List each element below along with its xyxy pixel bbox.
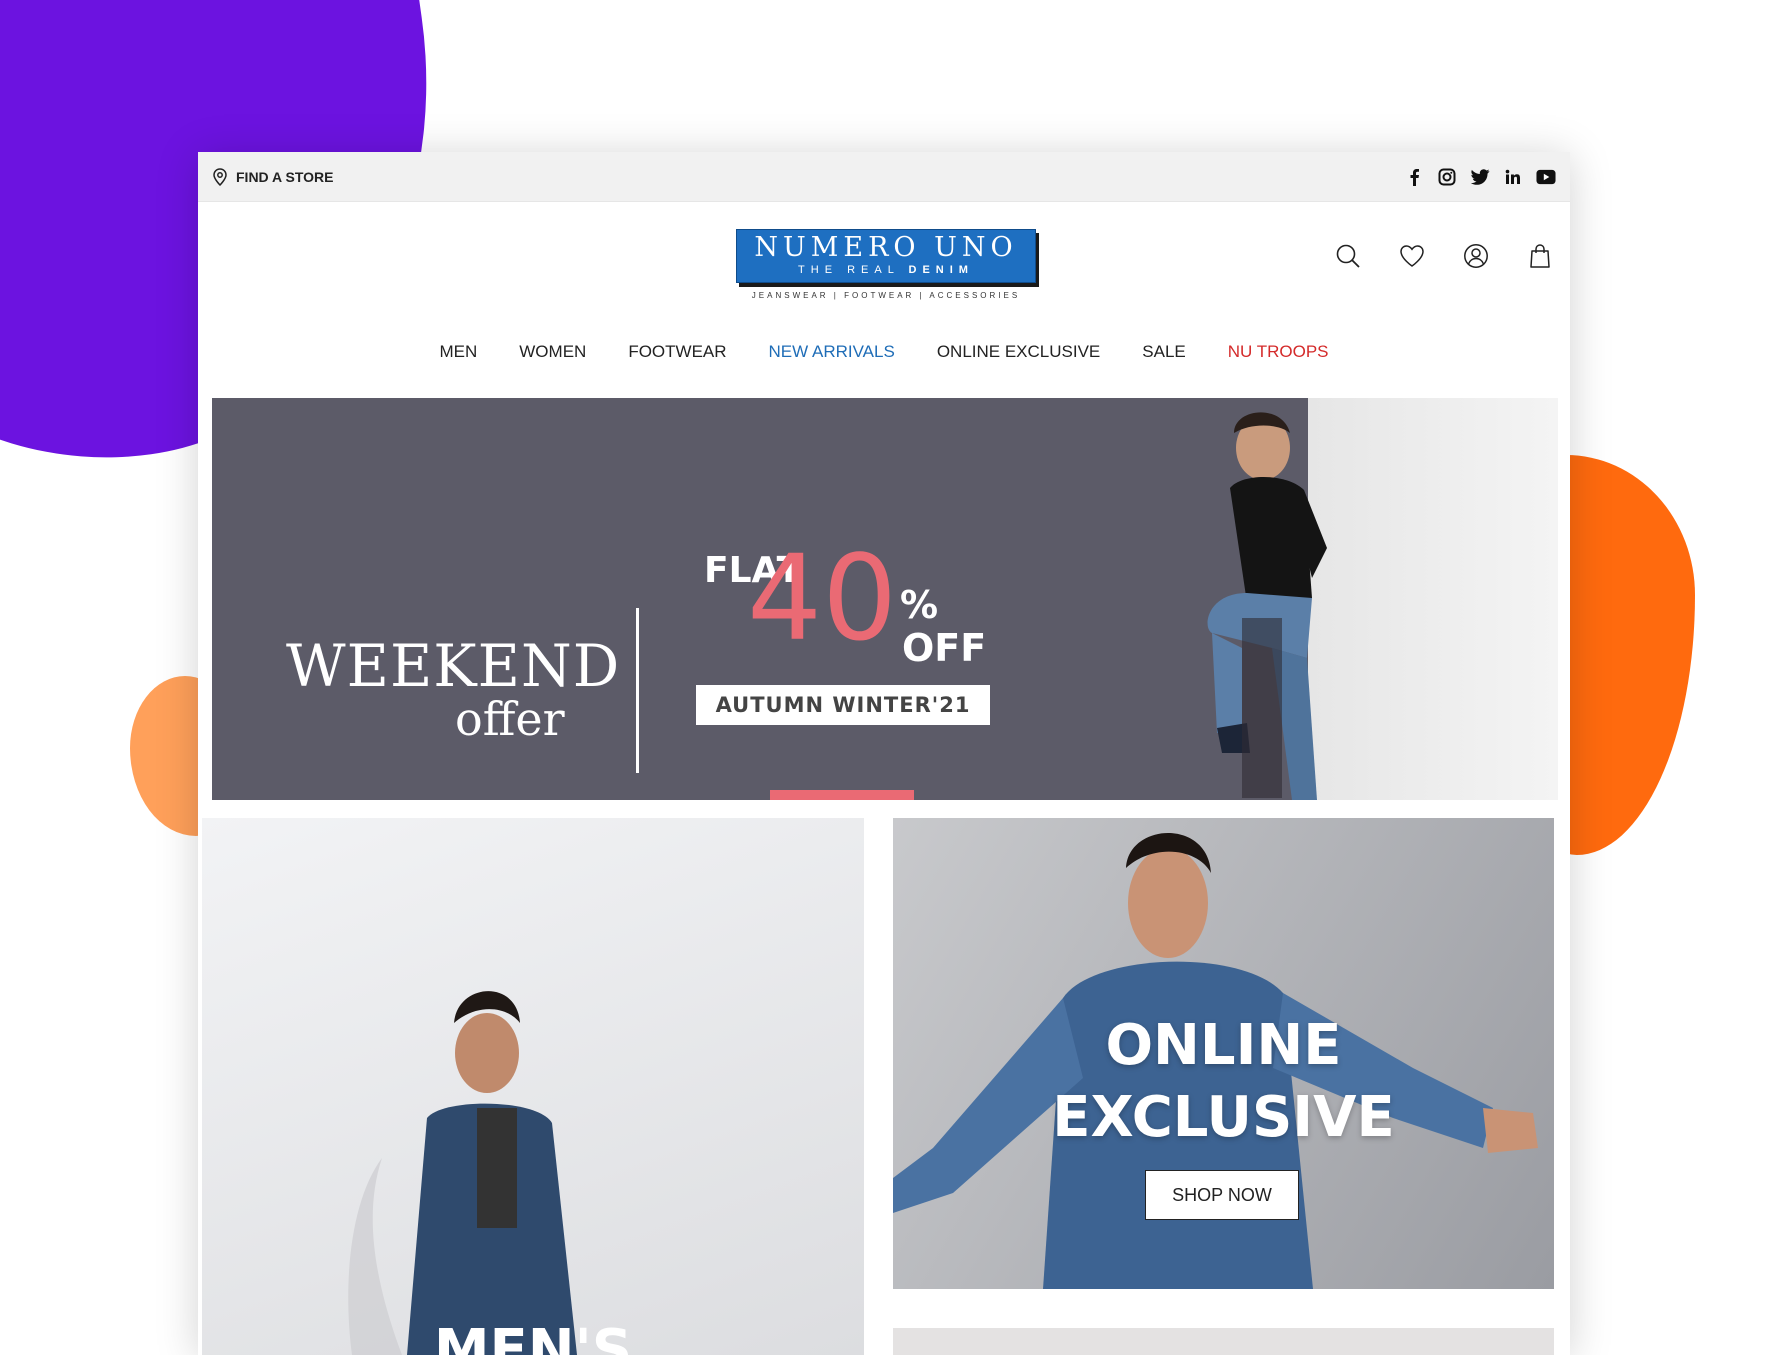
nav-new-arrivals[interactable]: NEW ARRIVALS <box>769 342 895 362</box>
instagram-icon[interactable] <box>1437 167 1457 187</box>
online-exclusive-line1: ONLINE <box>1105 1013 1342 1078</box>
nav-nu-troops[interactable]: NU TROOPS <box>1228 342 1329 362</box>
nav-men[interactable]: MEN <box>439 342 477 362</box>
search-icon[interactable] <box>1330 238 1366 274</box>
nav-footwear[interactable]: FOOTWEAR <box>628 342 726 362</box>
shopping-bag-icon[interactable] <box>1522 238 1558 274</box>
location-pin-icon <box>213 167 227 186</box>
header-actions <box>1330 238 1558 274</box>
find-store-link[interactable]: FIND A STORE <box>212 167 334 186</box>
banner-cta-strip[interactable] <box>770 790 914 800</box>
offer-text: offer <box>455 692 565 746</box>
shop-now-button[interactable]: SHOP NOW <box>1145 1170 1299 1220</box>
social-links <box>1404 167 1556 187</box>
hero-banner[interactable]: WEEKEND offer FLAT 40 % OFF AUTUMN WINTE… <box>212 398 1558 800</box>
logo-sub-bold: DENIM <box>908 264 974 276</box>
discount-number: 40 <box>747 529 898 667</box>
account-icon[interactable] <box>1458 238 1494 274</box>
logo-badge: NUMERO UNO THE REAL DENIM <box>736 229 1036 283</box>
logo-main-text: NUMERO UNO <box>754 232 1018 263</box>
weekend-text: WEEKEND <box>286 632 621 700</box>
website-window: FIND A STORE NUMERO UNO THE REAL DENIM J… <box>198 152 1570 1355</box>
youtube-icon[interactable] <box>1536 167 1556 187</box>
find-store-label: FIND A STORE <box>236 168 334 185</box>
logo-sub-prefix: THE REAL <box>798 264 900 276</box>
mens-model-image <box>348 991 577 1355</box>
male-model-image <box>1207 412 1327 800</box>
percent-sign: % <box>900 583 939 627</box>
nav-online-exclusive[interactable]: ONLINE EXCLUSIVE <box>937 342 1100 362</box>
logo-tagline: JEANSWEAR | FOOTWEAR | ACCESSORIES <box>751 291 1021 300</box>
online-exclusive-line2: EXCLUSIVE <box>1052 1085 1395 1150</box>
wishlist-heart-icon[interactable] <box>1394 238 1430 274</box>
facebook-icon[interactable] <box>1404 167 1424 187</box>
mens-tile-title: MEN'S <box>433 1318 633 1355</box>
linkedin-icon[interactable] <box>1503 167 1523 187</box>
main-navigation: MEN WOMEN FOOTWEAR NEW ARRIVALS ONLINE E… <box>198 342 1570 406</box>
online-exclusive-title: ONLINE EXCLUSIVE <box>893 1010 1554 1154</box>
off-text: OFF <box>902 626 987 670</box>
season-label: AUTUMN WINTER'21 <box>696 685 990 725</box>
nav-women[interactable]: WOMEN <box>519 342 586 362</box>
twitter-icon[interactable] <box>1470 167 1490 187</box>
top-bar: FIND A STORE <box>198 152 1570 202</box>
mens-collection-tile[interactable]: MEN'S <box>202 818 864 1355</box>
site-header: NUMERO UNO THE REAL DENIM JEANSWEAR | FO… <box>198 202 1570 342</box>
logo-sub-text: THE REAL DENIM <box>737 263 1035 277</box>
brand-logo[interactable]: NUMERO UNO THE REAL DENIM JEANSWEAR | FO… <box>736 229 1036 300</box>
next-collection-tile[interactable] <box>893 1328 1554 1355</box>
nav-sale[interactable]: SALE <box>1142 342 1185 362</box>
banner-divider <box>636 608 639 773</box>
online-exclusive-tile[interactable]: ONLINE EXCLUSIVE SHOP NOW <box>893 818 1554 1289</box>
